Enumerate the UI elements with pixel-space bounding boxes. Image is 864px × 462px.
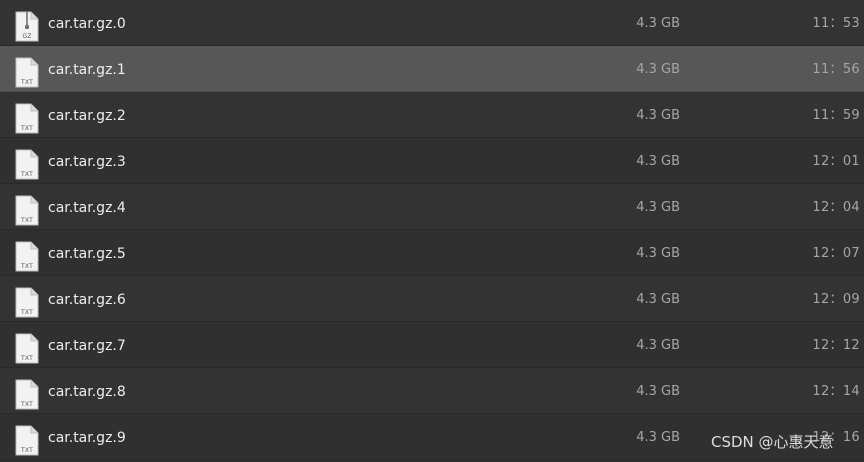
file-size: 4.3 GB [636, 62, 680, 77]
file-modified-time: 12：01 [812, 154, 860, 169]
file-type-label: TXT [21, 125, 33, 132]
file-modified-time: 11：53 [812, 16, 860, 31]
file-row[interactable]: TXT car.tar.gz.6 4.3 GB 12：09 [0, 276, 864, 322]
file-type-label: GZ [22, 33, 32, 40]
file-modified-time: 11：56 [812, 62, 860, 77]
file-size: 4.3 GB [636, 16, 680, 31]
txt-file-icon: TXT [15, 241, 39, 272]
file-size: 4.3 GB [636, 384, 680, 399]
file-size: 4.3 GB [636, 246, 680, 261]
file-modified-time: 12：14 [812, 384, 860, 399]
file-name: car.tar.gz.7 [48, 338, 126, 354]
file-size: 4.3 GB [636, 338, 680, 353]
file-type-label: TXT [21, 171, 33, 178]
file-modified-time: 12：12 [812, 338, 860, 353]
file-row[interactable]: TXT car.tar.gz.1 4.3 GB 11：56 [0, 46, 864, 92]
file-row[interactable]: GZ car.tar.gz.0 4.3 GB 11：53 [0, 0, 864, 46]
file-list: GZ car.tar.gz.0 4.3 GB 11：53 TXT car.tar.gz.1… [0, 0, 864, 462]
txt-file-icon: TXT [15, 333, 39, 364]
file-type-label: TXT [21, 79, 33, 86]
file-modified-time: 12：09 [812, 292, 860, 307]
file-row[interactable]: TXT car.tar.gz.7 4.3 GB 12：12 [0, 322, 864, 368]
file-modified-time: 12：04 [812, 200, 860, 215]
file-size: 4.3 GB [636, 430, 680, 445]
txt-file-icon: TXT [15, 195, 39, 226]
file-modified-time: 12：16 [812, 430, 860, 445]
file-row[interactable]: TXT car.tar.gz.2 4.3 GB 11：59 [0, 92, 864, 138]
txt-file-icon: TXT [15, 149, 39, 180]
file-name: car.tar.gz.4 [48, 200, 126, 216]
txt-file-icon: TXT [15, 103, 39, 134]
file-row[interactable]: TXT car.tar.gz.9 4.3 GB 12：16 [0, 414, 864, 460]
file-type-label: TXT [21, 355, 33, 362]
txt-file-icon: TXT [15, 287, 39, 318]
file-size: 4.3 GB [636, 200, 680, 215]
file-row[interactable]: TXT car.tar.gz.5 4.3 GB 12：07 [0, 230, 864, 276]
file-name: car.tar.gz.0 [48, 16, 126, 32]
txt-file-icon: TXT [15, 57, 39, 88]
file-row[interactable]: TXT car.tar.gz.3 4.3 GB 12：01 [0, 138, 864, 184]
gz-archive-icon: GZ [15, 11, 39, 42]
file-name: car.tar.gz.6 [48, 292, 126, 308]
file-name: car.tar.gz.1 [48, 62, 126, 78]
file-row[interactable]: TXT car.tar.gz.4 4.3 GB 12：04 [0, 184, 864, 230]
file-name: car.tar.gz.5 [48, 246, 126, 262]
file-type-label: TXT [21, 217, 33, 224]
file-size: 4.3 GB [636, 292, 680, 307]
file-name: car.tar.gz.3 [48, 154, 126, 170]
file-type-label: TXT [21, 263, 33, 270]
file-row[interactable]: TXT car.tar.gz.8 4.3 GB 12：14 [0, 368, 864, 414]
file-type-label: TXT [21, 309, 33, 316]
file-size: 4.3 GB [636, 108, 680, 123]
file-modified-time: 12：07 [812, 246, 860, 261]
file-name: car.tar.gz.8 [48, 384, 126, 400]
txt-file-icon: TXT [15, 379, 39, 410]
txt-file-icon: TXT [15, 425, 39, 456]
file-size: 4.3 GB [636, 154, 680, 169]
file-type-label: TXT [21, 447, 33, 454]
file-name: car.tar.gz.9 [48, 430, 126, 446]
file-type-label: TXT [21, 401, 33, 408]
file-modified-time: 11：59 [812, 108, 860, 123]
file-name: car.tar.gz.2 [48, 108, 126, 124]
